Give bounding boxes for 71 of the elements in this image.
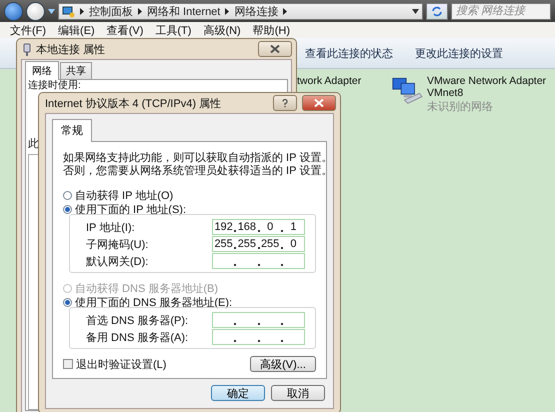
close-icon bbox=[270, 45, 280, 53]
help-icon bbox=[282, 98, 288, 108]
field-label: 子网掩码(U): bbox=[86, 238, 150, 252]
dialog-title: 本地连接 属性 bbox=[36, 42, 106, 56]
breadcrumb-item[interactable]: 控制面板 bbox=[89, 4, 133, 18]
network-folder-icon bbox=[62, 4, 75, 18]
tab[interactable]: 网络 bbox=[25, 61, 59, 80]
octet-text: 168 bbox=[236, 221, 258, 233]
octet-text: 255 bbox=[213, 238, 234, 250]
menu-item[interactable]: 帮助(H) bbox=[252, 22, 290, 38]
adapter-status: 未识别的网络 bbox=[427, 100, 494, 114]
breadcrumb-item[interactable]: 网络和 Internet bbox=[147, 4, 220, 18]
chevron-icon bbox=[138, 8, 142, 14]
tab[interactable]: 常规 bbox=[52, 119, 92, 142]
octet-text: 0 bbox=[266, 221, 274, 233]
field-label: 首选 DNS 服务器(P): bbox=[86, 314, 190, 328]
toolbar-command[interactable]: 更改此连接的设置 bbox=[415, 46, 503, 60]
network-plug-icon bbox=[23, 42, 31, 56]
menu-item[interactable]: 文件(F) bbox=[10, 22, 46, 38]
ip-address-field[interactable] bbox=[212, 329, 305, 345]
chevron-icon bbox=[283, 8, 288, 14]
advanced-button[interactable]: 高级(V)... bbox=[250, 356, 316, 372]
dropdown-arrow-icon[interactable] bbox=[412, 8, 419, 14]
field-label: 此 bbox=[28, 137, 39, 151]
refresh-icon bbox=[431, 6, 443, 16]
octet-text: 0 bbox=[289, 238, 298, 250]
checkbox[interactable] bbox=[63, 359, 73, 369]
field-label: IP 地址(I): bbox=[86, 220, 136, 234]
radio-button[interactable] bbox=[63, 204, 72, 214]
close-button[interactable] bbox=[258, 41, 292, 57]
octet-text: 255 bbox=[260, 238, 280, 250]
menu-item[interactable]: 查看(V) bbox=[106, 22, 144, 38]
menu-item[interactable]: 高级(N) bbox=[203, 22, 241, 38]
close-button[interactable] bbox=[302, 95, 336, 111]
toolbar-command[interactable]: 查看此连接的状态 bbox=[305, 46, 393, 60]
field-label: 连接时使用: bbox=[28, 80, 81, 92]
description-text: 如果网络支持此功能，则可以获取自动指派的 IP 设置。否则，您需要从网络系统管理员处获得适当的 IP 设置。 bbox=[63, 152, 333, 178]
ip-address-field[interactable]: 255 255 255 0 bbox=[212, 236, 305, 252]
network-computers-icon[interactable] bbox=[391, 75, 423, 105]
checkbox-label: 退出时验证设置(L) bbox=[76, 358, 166, 372]
menu-item[interactable]: 编辑(E) bbox=[58, 22, 95, 38]
ok-button[interactable]: 确定 bbox=[211, 385, 265, 401]
octet-text: 1 bbox=[289, 221, 298, 233]
field-label: 备用 DNS 服务器(A): bbox=[86, 330, 190, 344]
breadcrumb-item[interactable]: 网络连接 bbox=[234, 4, 278, 18]
chevron-icon bbox=[225, 8, 230, 14]
cancel-button[interactable]: 取消 bbox=[271, 385, 325, 401]
ip-address-field[interactable] bbox=[212, 312, 305, 328]
refresh-button[interactable] bbox=[426, 2, 448, 20]
help-button[interactable] bbox=[273, 95, 297, 111]
adapter-name: VMware Network Adapter bbox=[427, 75, 546, 87]
radio-button[interactable] bbox=[63, 190, 72, 200]
octet-text: 255 bbox=[236, 238, 258, 250]
ip-address-field[interactable]: 192 168 0 1 bbox=[212, 219, 305, 235]
adapter-device: VMnet8 bbox=[427, 87, 464, 99]
ip-address-field[interactable] bbox=[212, 253, 305, 269]
chevron-icon bbox=[80, 8, 84, 14]
forward-button[interactable] bbox=[26, 2, 45, 20]
close-icon bbox=[314, 99, 324, 107]
dialog-title: Internet 协议版本 4 (TCP/IPv4) 属性 bbox=[45, 96, 222, 110]
tab[interactable]: 共享 bbox=[60, 62, 92, 79]
back-button[interactable] bbox=[4, 2, 23, 20]
radio-label: 自动获得 DNS 服务器地址(B) bbox=[75, 282, 218, 296]
radio-label: 自动获得 IP 地址(O) bbox=[75, 188, 174, 202]
menu-item[interactable]: 工具(T) bbox=[155, 22, 192, 38]
field-label: 默认网关(D): bbox=[86, 254, 150, 268]
search-field[interactable]: 搜索 网络连接 bbox=[451, 2, 551, 20]
octet-text: 192 bbox=[213, 221, 234, 233]
dropdown-arrow-icon[interactable] bbox=[48, 8, 55, 14]
radio-button[interactable] bbox=[63, 298, 72, 306]
address-bar[interactable]: 控制面板 网络和 Internet 网络连接 bbox=[58, 2, 423, 20]
